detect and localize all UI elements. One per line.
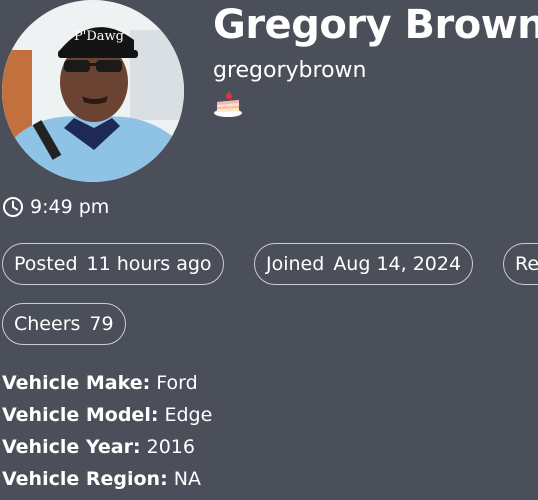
- display-name: Gregory Brown: [213, 2, 538, 48]
- read-stat[interactable]: Re: [503, 243, 538, 285]
- posted-label: Posted: [14, 253, 78, 275]
- field-label: Vehicle Model:: [2, 404, 159, 426]
- local-time: 9:49 pm: [2, 196, 109, 218]
- user-fields: Vehicle Make: Ford Vehicle Model: Edge V…: [2, 367, 212, 495]
- read-label: Re: [515, 253, 538, 275]
- field-vehicle-make: Vehicle Make: Ford: [2, 367, 212, 399]
- field-vehicle-region: Vehicle Region: NA: [2, 463, 212, 495]
- field-value: 2016: [146, 436, 195, 458]
- avatar[interactable]: P'Dawg: [2, 0, 184, 182]
- posted-value: 11 hours ago: [86, 253, 212, 275]
- field-vehicle-year: Vehicle Year: 2016: [2, 431, 212, 463]
- field-value: Edge: [164, 404, 213, 426]
- field-label: Vehicle Region:: [2, 468, 168, 490]
- cheers-stat[interactable]: Cheers 79: [2, 303, 126, 345]
- field-vehicle-model: Vehicle Model: Edge: [2, 399, 212, 431]
- field-value: NA: [173, 468, 201, 490]
- joined-label: Joined: [266, 253, 325, 275]
- svg-text:P'Dawg: P'Dawg: [74, 29, 124, 44]
- posted-stat[interactable]: Posted 11 hours ago: [2, 243, 224, 285]
- avatar-photo: P'Dawg: [2, 0, 184, 182]
- username: gregorybrown: [213, 58, 367, 83]
- field-value: Ford: [156, 372, 198, 394]
- user-card: P'Dawg Gregory Brown gregorybrown 9:49 p…: [0, 0, 538, 500]
- joined-stat[interactable]: Joined Aug 14, 2024: [254, 243, 474, 285]
- cheers-label: Cheers: [14, 313, 81, 335]
- field-label: Vehicle Make:: [2, 372, 151, 394]
- cake-day-icon: [213, 88, 243, 118]
- joined-value: Aug 14, 2024: [333, 253, 462, 275]
- field-label: Vehicle Year:: [2, 436, 141, 458]
- cheers-value: 79: [89, 313, 114, 335]
- clock-icon: [3, 197, 23, 217]
- local-time-value: 9:49 pm: [30, 196, 110, 218]
